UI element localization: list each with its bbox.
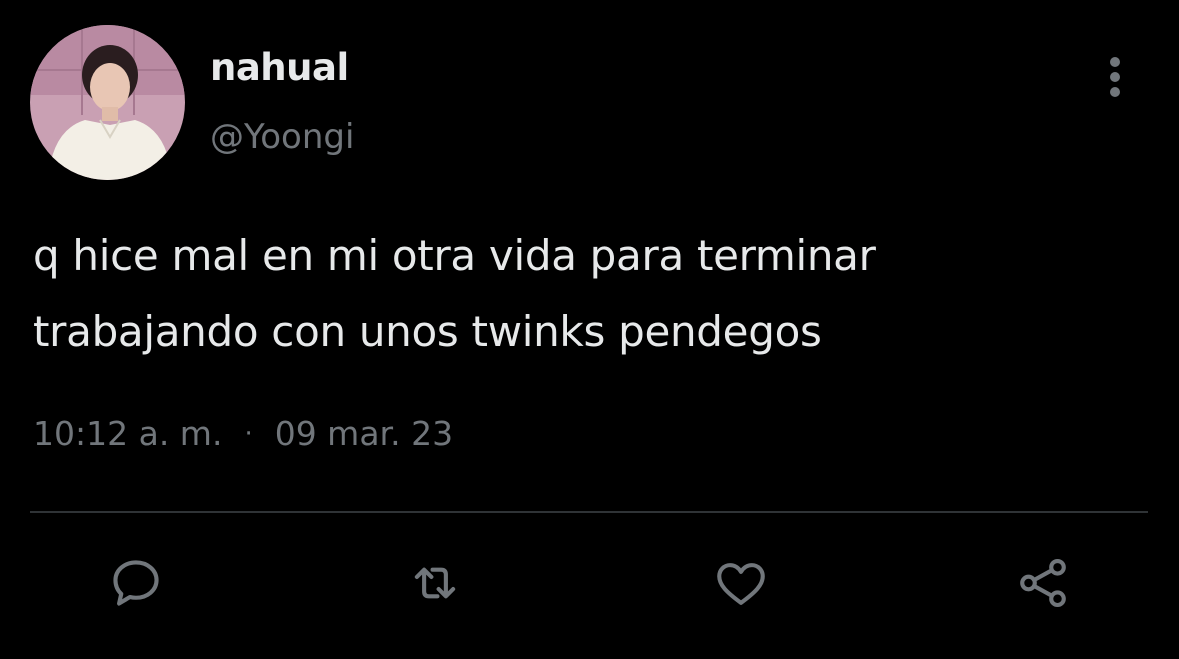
more-options-button[interactable]	[1098, 52, 1132, 102]
separator-dot: ·	[244, 418, 253, 449]
username-handle[interactable]: @Yoongi	[210, 117, 354, 157]
tweet-detail: nahual @Yoongi q hice mal en mi otra vid…	[0, 0, 1179, 659]
share-button[interactable]	[1008, 548, 1078, 618]
tweet-date[interactable]: 09 mar. 23	[275, 414, 453, 453]
heart-icon	[717, 563, 765, 605]
display-name[interactable]: nahual	[210, 46, 349, 89]
tweet-time[interactable]: 10:12 a. m.	[33, 414, 222, 453]
reply-button[interactable]	[101, 548, 171, 618]
action-bar	[0, 548, 1179, 618]
reply-icon	[113, 560, 159, 606]
share-icon	[1020, 558, 1066, 608]
more-vertical-icon	[1110, 57, 1120, 97]
retweet-icon	[414, 567, 456, 599]
avatar-image	[30, 25, 185, 180]
tweet-timestamp: 10:12 a. m. · 09 mar. 23	[33, 414, 453, 453]
tweet-text-line: trabajando con unos twinks pendegos	[33, 307, 822, 356]
retweet-button[interactable]	[400, 548, 470, 618]
divider	[30, 511, 1148, 513]
avatar[interactable]	[30, 25, 185, 180]
tweet-text-line: q hice mal en mi otra vida para terminar	[33, 231, 876, 280]
like-button[interactable]	[706, 548, 776, 618]
tweet-text: q hice mal en mi otra vida para terminar…	[33, 218, 1133, 370]
